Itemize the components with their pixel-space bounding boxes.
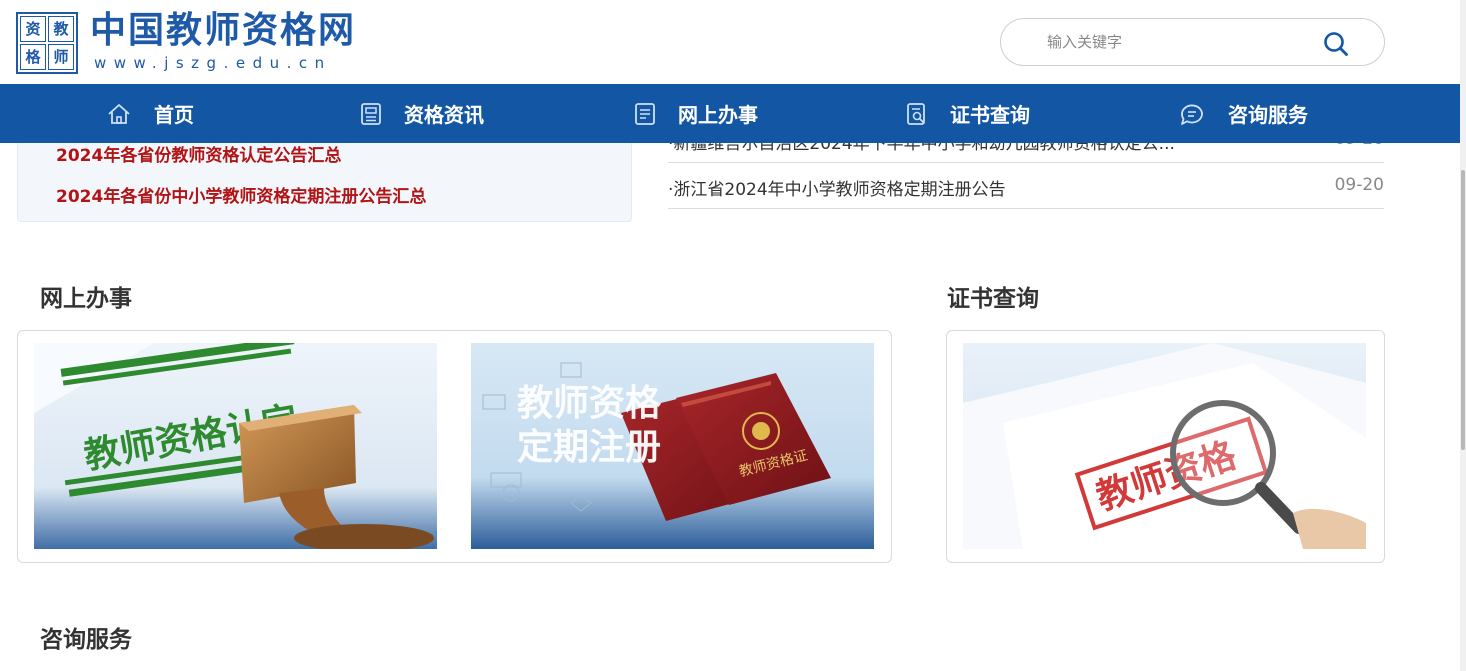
logo-char: 教 — [48, 16, 74, 42]
document-icon — [635, 102, 655, 125]
chat-icon — [1181, 104, 1203, 125]
section-title-consult: 咨询服务 — [40, 627, 132, 653]
home-icon — [108, 103, 130, 124]
registration-text-line2: 定期注册 — [517, 427, 661, 468]
search-button[interactable] — [1322, 30, 1350, 58]
logo-char: 师 — [48, 44, 74, 70]
site-url: www.jszg.edu.cn — [94, 54, 332, 72]
nav-label: 咨询服务 — [1228, 103, 1308, 127]
search-icon — [1324, 32, 1348, 56]
certificate-search-icon — [907, 102, 925, 125]
logo-char: 格 — [20, 44, 46, 70]
search-input[interactable] — [1047, 29, 1307, 55]
nav-label: 资格资讯 — [404, 103, 484, 127]
notice-link[interactable]: 2024年各省份教师资格认定公告汇总 — [56, 141, 341, 166]
nav-label: 证书查询 — [950, 103, 1030, 127]
nav-item-consult[interactable]: 咨询服务 — [1178, 84, 1308, 143]
nav-item-online[interactable]: 网上办事 — [634, 84, 758, 143]
site-title[interactable]: 中国教师资格网 — [90, 8, 356, 52]
nav-item-news[interactable]: 资格资讯 — [360, 84, 484, 143]
tile-registration[interactable]: 教师资格证 教师资格 定期注册 — [471, 343, 874, 549]
site-logo[interactable]: 资 教 格 师 — [16, 12, 78, 74]
news-item[interactable]: ·浙江省2024年中小学教师资格定期注册公告 09-20 — [668, 163, 1384, 209]
news-title: ·浙江省2024年中小学教师资格定期注册公告 — [668, 180, 1006, 200]
nav-label: 首页 — [154, 103, 194, 127]
page-scrollbar-thumb[interactable] — [1461, 170, 1465, 450]
nav-label: 网上办事 — [678, 103, 758, 127]
nav-item-cert[interactable]: 证书查询 — [906, 84, 1030, 143]
tile-cert-query[interactable]: 教师资格 — [963, 343, 1366, 549]
section-title-online: 网上办事 — [40, 286, 132, 312]
site-header: 资 教 格 师 中国教师资格网 www.jszg.edu.cn — [0, 0, 1460, 84]
tile-recognition[interactable]: 教师资格认定 — [34, 343, 437, 549]
notice-link[interactable]: 2024年各省份中小学教师资格定期注册公告汇总 — [56, 182, 426, 207]
news-icon — [361, 102, 381, 125]
recognition-illustration: 教师资格认定 — [34, 343, 437, 549]
cert-query-illustration: 教师资格 — [963, 343, 1366, 549]
registration-text-line1: 教师资格 — [517, 383, 662, 424]
registration-illustration: 教师资格证 教师资格 定期注册 — [471, 343, 874, 549]
search-box — [1000, 18, 1385, 66]
section-title-cert: 证书查询 — [947, 286, 1039, 312]
news-date: 09-20 — [1334, 175, 1384, 195]
main-nav: 首页 资格资讯 网上办事 证书查询 咨询服务 — [0, 84, 1460, 143]
logo-char: 资 — [20, 16, 46, 42]
nav-item-home[interactable]: 首页 — [106, 84, 194, 143]
